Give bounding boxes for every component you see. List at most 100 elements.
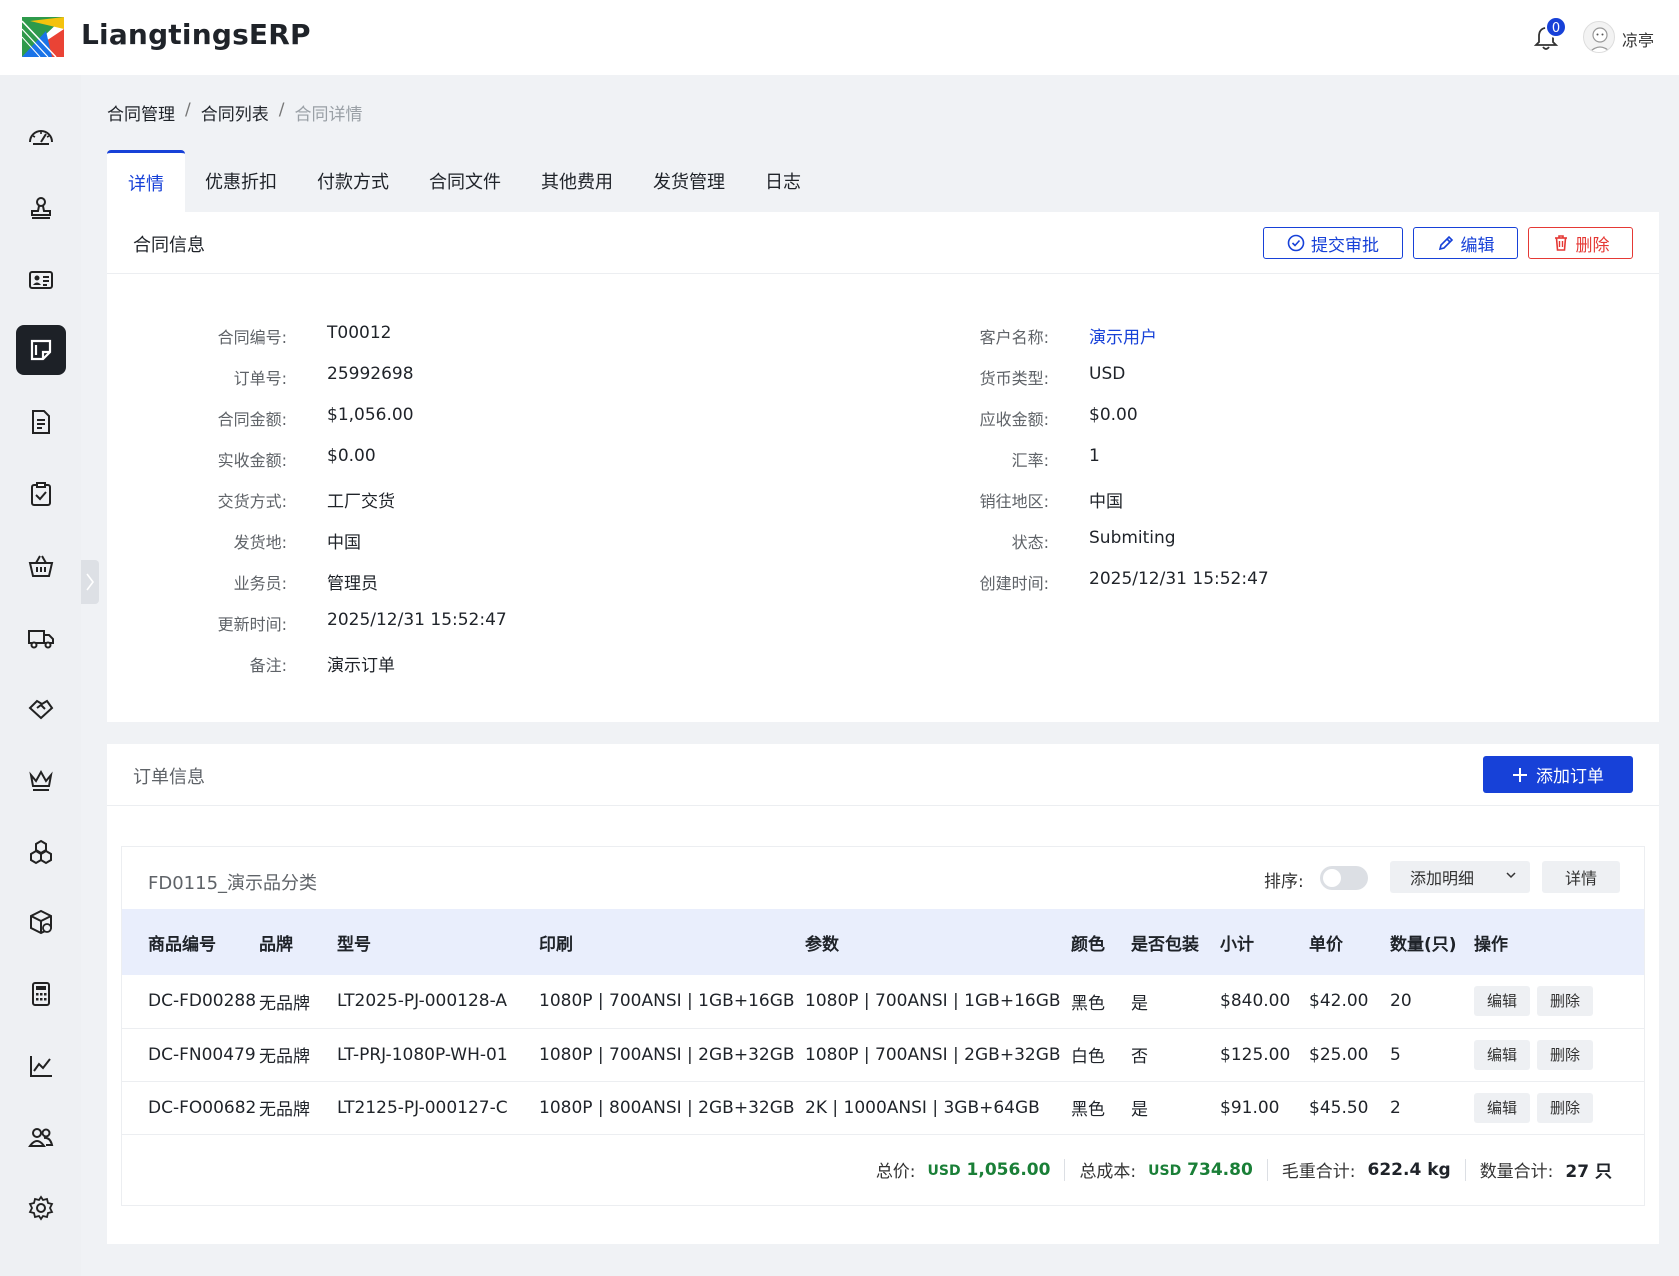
row-delete-button[interactable]: 删除 bbox=[1537, 986, 1593, 1017]
sidebar-item-id-card[interactable] bbox=[16, 255, 66, 305]
tab-files[interactable]: 合同文件 bbox=[409, 150, 521, 212]
total-price-value: USD 1,056.00 bbox=[928, 1160, 1051, 1180]
pencil-icon bbox=[1438, 235, 1453, 251]
contract-info-panel: 合同信息 提交审批 编辑 删除 合同编号: T00012 订单号: 259926… bbox=[107, 212, 1659, 722]
contract-icon bbox=[30, 339, 52, 361]
sidebar-item-vip[interactable] bbox=[16, 755, 66, 805]
line-chart-icon bbox=[30, 1056, 52, 1077]
sidebar-item-dashboard[interactable] bbox=[16, 111, 66, 161]
cell-subtotal: $91.00 bbox=[1220, 1097, 1280, 1118]
sidebar-item-partners[interactable] bbox=[16, 683, 66, 733]
tab-other-fees[interactable]: 其他费用 bbox=[521, 150, 633, 212]
field-ship-from: 中国 bbox=[327, 533, 361, 553]
cell-params: 1080P | 700ANSI | 1GB+16GB bbox=[805, 991, 1061, 1012]
table-row: DC-FD00288 无品牌 LT2025-PJ-000128-A 1080P … bbox=[122, 975, 1644, 1028]
add-detail-dropdown[interactable]: 添加明细 bbox=[1390, 861, 1530, 893]
plus-icon bbox=[1513, 767, 1527, 782]
sidebar-item-inventory[interactable] bbox=[16, 897, 66, 947]
field-label: 创建时间: bbox=[979, 574, 1049, 593]
cell-print: 1080P | 800ANSI | 2GB+32GB bbox=[539, 1097, 795, 1118]
notification-badge: 0 bbox=[1545, 16, 1567, 38]
cell-packed: 否 bbox=[1131, 1047, 1148, 1067]
total-cost-value: USD 734.80 bbox=[1148, 1160, 1253, 1180]
tab-details[interactable]: 详情 bbox=[107, 150, 185, 212]
column-header: 参数 bbox=[805, 934, 839, 955]
total-price-currency: USD bbox=[927, 1162, 961, 1179]
delete-contract-button[interactable]: 删除 bbox=[1528, 227, 1633, 259]
sidebar-item-contracts[interactable] bbox=[16, 325, 66, 375]
field-contract-no: T00012 bbox=[327, 323, 392, 343]
total-cost-label: 总成本: bbox=[1079, 1162, 1137, 1182]
delete-contract-label: 删除 bbox=[1575, 235, 1610, 256]
sidebar-item-shipping[interactable] bbox=[16, 613, 66, 663]
chevron-right-icon bbox=[86, 573, 94, 591]
column-header: 操作 bbox=[1474, 934, 1508, 955]
field-salesperson: 管理员 bbox=[327, 574, 378, 594]
submit-approval-label: 提交审批 bbox=[1311, 235, 1379, 256]
breadcrumb-separator: / bbox=[185, 100, 191, 120]
row-delete-button[interactable]: 删除 bbox=[1537, 1092, 1593, 1123]
add-detail-label: 添加明细 bbox=[1410, 869, 1475, 888]
field-customer-name-link[interactable]: 演示用户 bbox=[1089, 323, 1157, 348]
gross-weight-value: 622.4 kg bbox=[1367, 1159, 1451, 1180]
add-order-label: 添加订单 bbox=[1536, 767, 1604, 787]
submit-approval-button[interactable]: 提交审批 bbox=[1263, 227, 1403, 259]
row-delete-button[interactable]: 删除 bbox=[1537, 1039, 1593, 1070]
qty-total-value: 27 只 bbox=[1565, 1162, 1612, 1182]
breadcrumb-contract-list[interactable]: 合同列表 bbox=[201, 100, 269, 125]
sidebar-item-documents[interactable] bbox=[16, 397, 66, 447]
cell-unit-price: $42.00 bbox=[1309, 991, 1369, 1012]
product-group-card: FD0115_演示品分类 排序: 添加明细 详情 商品编号 品牌 型号 印刷 参… bbox=[121, 846, 1645, 1206]
field-label: 应收金额: bbox=[979, 410, 1049, 429]
qty-total-label: 数量合计: bbox=[1479, 1162, 1554, 1182]
gear-icon bbox=[28, 1195, 54, 1221]
sidebar-item-finance[interactable] bbox=[16, 969, 66, 1019]
user-name[interactable]: 凉亭 bbox=[1622, 27, 1654, 51]
field-status: Submiting bbox=[1089, 528, 1176, 548]
sidebar-item-stamp[interactable] bbox=[16, 183, 66, 233]
row-edit-button[interactable]: 编辑 bbox=[1474, 1092, 1530, 1123]
sidebar-collapse-handle[interactable] bbox=[81, 560, 99, 604]
table-header-row: 商品编号 品牌 型号 印刷 参数 颜色 是否包装 小计 单价 数量(只) 操作 bbox=[122, 909, 1644, 975]
sidebar-item-users[interactable] bbox=[16, 1113, 66, 1163]
avatar[interactable] bbox=[1583, 21, 1615, 53]
row-edit-button[interactable]: 编辑 bbox=[1474, 986, 1530, 1017]
crown-icon bbox=[29, 769, 53, 791]
sidebar-item-settings[interactable] bbox=[16, 1183, 66, 1233]
column-header: 是否包装 bbox=[1131, 934, 1199, 955]
logo-icon[interactable] bbox=[22, 17, 64, 57]
top-bar: LiangtingsERP 0 凉亭 bbox=[0, 0, 1679, 75]
toggle-knob bbox=[1323, 869, 1341, 887]
cell-subtotal: $840.00 bbox=[1220, 991, 1291, 1012]
tab-payment[interactable]: 付款方式 bbox=[297, 150, 409, 212]
row-edit-button[interactable]: 编辑 bbox=[1474, 1039, 1530, 1070]
table-row: DC-FO00682 无品牌 LT2125-PJ-000127-C 1080P … bbox=[122, 1081, 1644, 1134]
field-label: 实收金额: bbox=[217, 451, 287, 470]
edit-contract-button[interactable]: 编辑 bbox=[1413, 227, 1518, 259]
sidebar-item-products[interactable] bbox=[16, 827, 66, 877]
tab-log[interactable]: 日志 bbox=[745, 150, 821, 212]
add-order-button[interactable]: 添加订单 bbox=[1483, 756, 1633, 793]
sort-label: 排序: bbox=[1264, 872, 1304, 892]
breadcrumb-contract-mgmt[interactable]: 合同管理 bbox=[107, 100, 175, 125]
chevron-down-icon bbox=[1506, 872, 1516, 879]
sidebar-item-reports[interactable] bbox=[16, 1041, 66, 1091]
cell-actions: 编辑 删除 bbox=[1474, 975, 1644, 1028]
column-header: 品牌 bbox=[259, 934, 293, 955]
tab-shipping[interactable]: 发货管理 bbox=[633, 150, 745, 212]
trash-icon bbox=[1554, 235, 1567, 251]
edit-contract-label: 编辑 bbox=[1460, 235, 1495, 256]
group-detail-button[interactable]: 详情 bbox=[1542, 861, 1620, 893]
sidebar-item-checklist[interactable] bbox=[16, 469, 66, 519]
gross-weight-label: 毛重合计: bbox=[1281, 1162, 1356, 1182]
totals-divider bbox=[1266, 1158, 1268, 1181]
field-currency: USD bbox=[1089, 364, 1126, 384]
clipboard-check-icon bbox=[31, 482, 51, 506]
sort-toggle[interactable] bbox=[1320, 866, 1368, 890]
cell-actions: 编辑 删除 bbox=[1474, 1081, 1644, 1134]
tab-discount[interactable]: 优惠折扣 bbox=[185, 150, 297, 212]
sidebar-item-purchase[interactable] bbox=[16, 541, 66, 591]
handshake-icon bbox=[28, 699, 54, 720]
app-brand[interactable]: LiangtingsERP bbox=[81, 18, 311, 51]
cell-brand: 无品牌 bbox=[259, 1100, 310, 1120]
